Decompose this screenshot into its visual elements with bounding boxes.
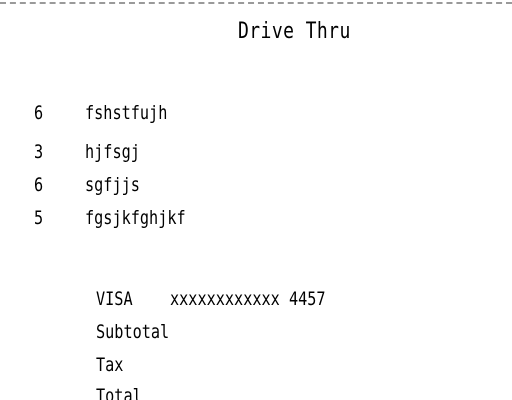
tax-label: Tax [96,354,124,376]
payment-card-type: VISA [96,288,133,310]
receipt-tear-line [0,2,512,4]
item-quantity: 6 [34,174,44,196]
list-item: 6 sgfjjs [0,172,512,198]
item-quantity: 6 [34,102,44,124]
item-name: hjfsgj [85,141,140,163]
item-quantity: 5 [34,207,44,229]
item-name: fgsjkfghjkf [85,207,186,229]
receipt-title: Drive Thru [238,19,351,44]
total-label: Total [96,385,142,400]
list-item: 6 fshstfujh [0,100,512,126]
payment-card-number: xxxxxxxxxxxx 4457 [170,288,326,310]
item-quantity: 3 [34,141,44,163]
item-name: fshstfujh [85,102,168,124]
list-item: 3 hjfsgj [0,139,512,165]
list-item: 5 fgsjkfghjkf [0,205,512,231]
item-name: sgfjjs [85,174,140,196]
receipt: Drive Thru 6 fshstfujh 3 hjfsgj 6 sgfjjs… [0,0,512,400]
subtotal-label: Subtotal [96,321,170,343]
